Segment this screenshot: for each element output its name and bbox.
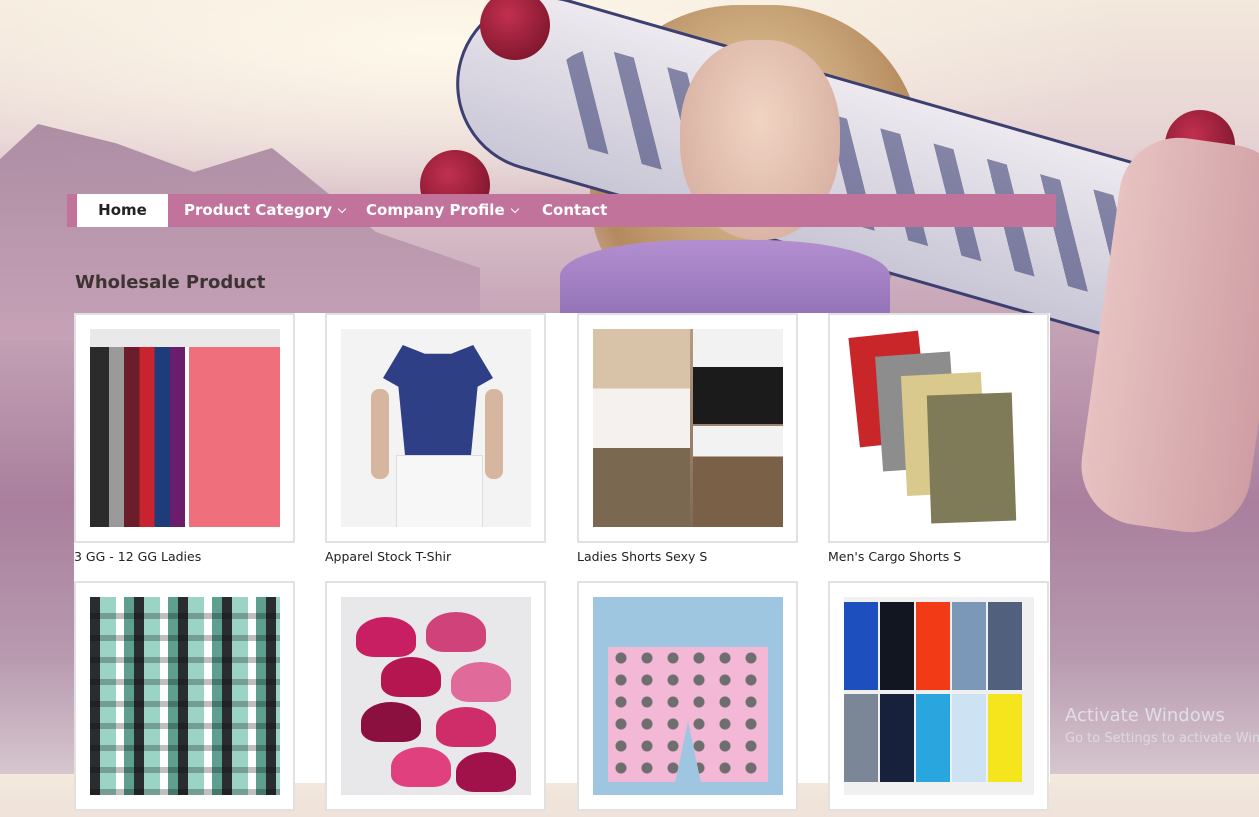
nav-home-label: Home [98, 201, 147, 219]
product-caption[interactable]: Ladies Shorts Sexy S [577, 549, 798, 564]
sheep-shorts-photo [593, 597, 783, 795]
product-image[interactable] [325, 313, 546, 543]
product-image[interactable] [74, 313, 295, 543]
product-card[interactable] [828, 581, 1049, 817]
product-card[interactable]: Ladies Shorts Sexy S [577, 313, 798, 564]
product-card[interactable] [325, 581, 546, 817]
product-caption[interactable]: Men's Cargo Shorts S [828, 549, 1049, 564]
product-card[interactable] [577, 581, 798, 817]
ladies-shorts-photo [593, 329, 783, 527]
plaid-shorts-photo [90, 597, 280, 795]
main-navigation: Home Product Category Company Profile Co… [67, 194, 1056, 227]
product-image[interactable] [577, 581, 798, 811]
product-image[interactable] [325, 581, 546, 811]
product-card[interactable]: 3 GG - 12 GG Ladies [74, 313, 295, 564]
product-card[interactable] [74, 581, 295, 817]
chevron-down-icon [337, 204, 347, 214]
section-title: Wholesale Product [75, 272, 266, 293]
nav-company-profile[interactable]: Company Profile [366, 194, 519, 227]
cargo-shorts-photo [844, 329, 1034, 527]
product-image[interactable] [828, 313, 1049, 543]
nav-contact-label: Contact [542, 201, 608, 219]
bras-photo [341, 597, 531, 795]
nav-product-category-label: Product Category [184, 201, 333, 219]
colored-tshirts-photo [844, 597, 1034, 795]
nav-home[interactable]: Home [77, 194, 168, 227]
product-caption[interactable]: Apparel Stock T-Shir [325, 549, 546, 564]
nav-contact[interactable]: Contact [542, 194, 607, 227]
nav-company-profile-label: Company Profile [366, 201, 505, 219]
cardigans-photo [90, 329, 280, 527]
nav-product-category[interactable]: Product Category [184, 194, 347, 227]
product-image[interactable] [577, 313, 798, 543]
windows-activation-title: Activate Windows [1065, 705, 1225, 726]
product-image[interactable] [828, 581, 1049, 811]
product-caption[interactable]: 3 GG - 12 GG Ladies [74, 549, 295, 564]
chevron-down-icon [510, 204, 519, 214]
tshirt-photo [341, 329, 531, 527]
product-card[interactable]: Men's Cargo Shorts S [828, 313, 1049, 564]
windows-activation-hint: Go to Settings to activate Win [1065, 731, 1259, 746]
product-card[interactable]: Apparel Stock T-Shir [325, 313, 546, 564]
product-image[interactable] [74, 581, 295, 811]
